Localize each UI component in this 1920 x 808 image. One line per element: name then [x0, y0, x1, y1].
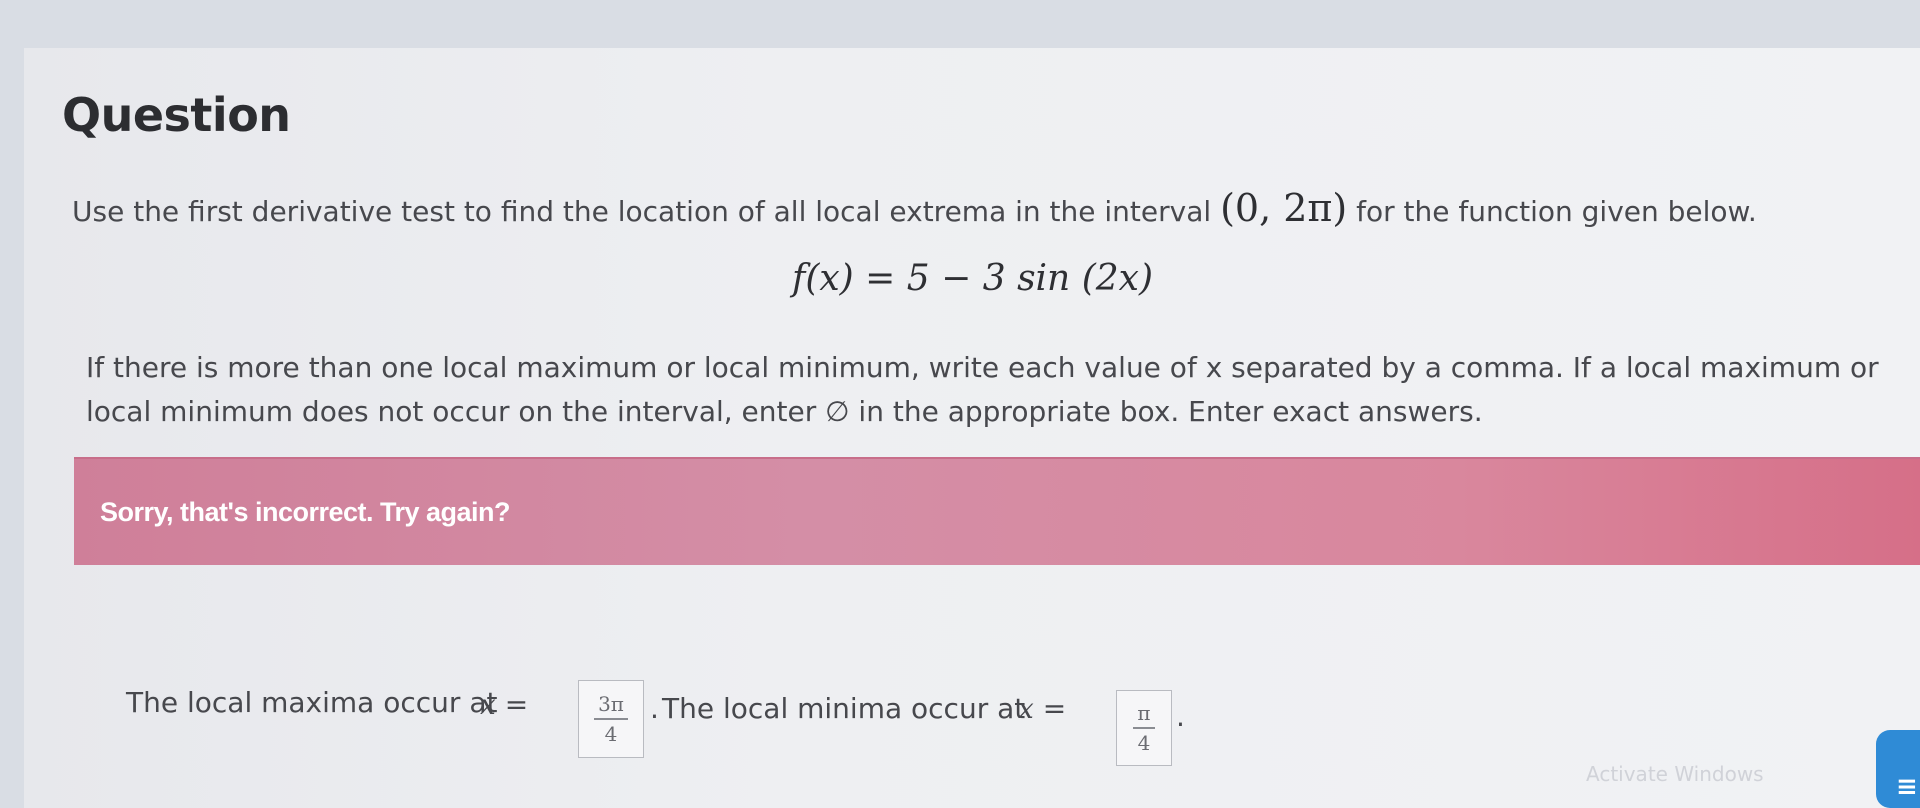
- minima-variable: x =: [1018, 692, 1067, 725]
- instructions: If there is more than one local maximum …: [86, 351, 1879, 428]
- maxima-answer-box[interactable]: 3π 4: [578, 680, 644, 758]
- maxima-denominator: 4: [604, 721, 618, 746]
- function-formula: f(x) = 5 − 3 sin (2x): [792, 258, 1153, 299]
- maxima-variable: x =: [480, 688, 529, 721]
- minima-denominator: 4: [1137, 730, 1151, 755]
- interval: (0, 2π): [1220, 186, 1348, 230]
- feedback-banner: Sorry, that's incorrect. Try again?: [74, 457, 1920, 565]
- feedback-message: Sorry, that's incorrect. Try again?: [100, 497, 511, 527]
- minima-answer-box[interactable]: π 4: [1116, 690, 1172, 766]
- fraction-bar: [594, 718, 628, 720]
- maxima-numerator: 3π: [598, 692, 624, 717]
- maxima-label: The local maxima occur at: [126, 686, 498, 719]
- activate-windows-watermark: Activate Windows: [1586, 762, 1764, 786]
- prompt-tail: for the function given below.: [1356, 195, 1757, 228]
- taskbar-button[interactable]: ≡: [1876, 730, 1920, 808]
- answer-end: .: [1176, 700, 1185, 733]
- fraction-bar: [1133, 727, 1155, 729]
- menu-icon: ≡: [1896, 772, 1918, 802]
- question-title: Question: [62, 88, 291, 142]
- prompt-text: Use the first derivative test to find th…: [72, 195, 1212, 228]
- answer-separator: .: [650, 692, 659, 725]
- question-prompt: Use the first derivative test to find th…: [72, 186, 1757, 230]
- minima-numerator: π: [1137, 701, 1151, 726]
- minima-label: The local minima occur at: [662, 692, 1026, 725]
